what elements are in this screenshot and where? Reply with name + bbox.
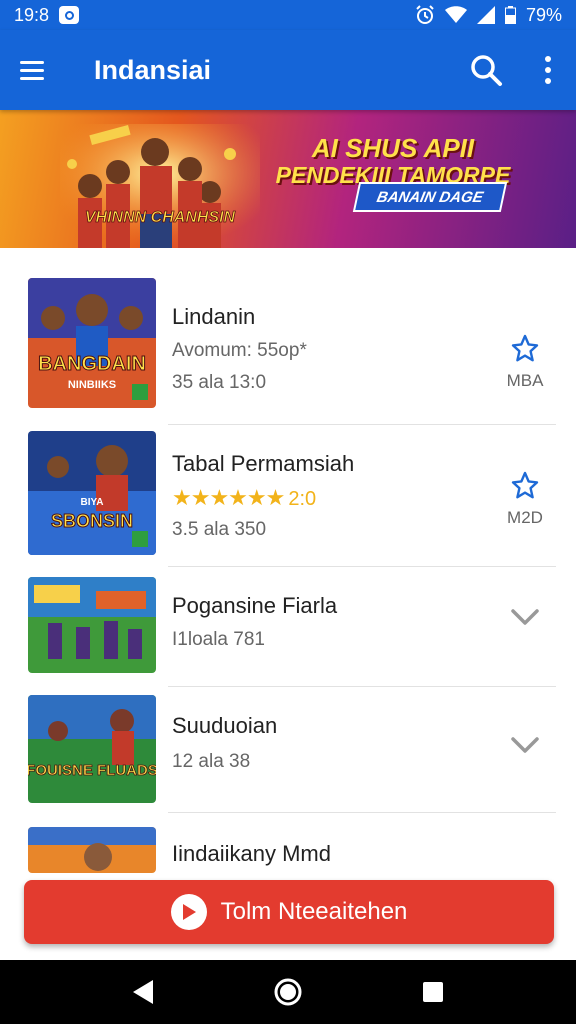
favorite-button[interactable]: MBA: [500, 334, 550, 391]
star-outline-icon: [511, 471, 539, 499]
app-bar: Indansiai: [0, 30, 576, 110]
battery-icon: [504, 6, 516, 24]
game-title: Pogansine Fiarla: [172, 593, 338, 618]
promo-banner[interactable]: VHINNN CHANHSIN AI SHUS APII PENDEKIII T…: [0, 110, 576, 248]
game-thumbnail: FOUISNE FLUADS: [28, 695, 156, 803]
notification-icon: [59, 6, 80, 24]
system-nav-bar: [0, 960, 576, 1024]
game-meta: 35 ala 13:0: [172, 372, 267, 393]
game-list: BANGDAIN NINBIIKS Lindanin Avomum: 55op*…: [0, 262, 576, 873]
status-bar: 19:8 79%: [0, 0, 576, 30]
signal-icon: [476, 6, 495, 24]
menu-icon[interactable]: [20, 50, 60, 90]
game-title: Suuduoian: [172, 713, 278, 738]
svg-text:NINBIIKS: NINBIIKS: [68, 379, 116, 391]
favorite-button[interactable]: M2D: [500, 471, 550, 528]
chevron-down-icon: [511, 609, 539, 625]
cta-label: Tolm Nteeaitehen: [220, 898, 408, 925]
play-icon: [170, 894, 207, 930]
list-item[interactable]: FOUISNE FLUADS Suuduoian 12 ala 38: [0, 687, 576, 813]
svg-text:SBONSIN: SBONSIN: [51, 511, 133, 531]
banner-headline-line1: AI SHUS APII: [311, 133, 475, 163]
svg-text:FOUISNE FLUADS: FOUISNE FLUADS: [28, 762, 156, 779]
svg-text:BIYA: BIYA: [81, 497, 104, 508]
rating: ★★★★★★ 2:0: [172, 485, 354, 511]
game-title: Iindaiikany Mmd: [172, 841, 331, 866]
banner-logo-text: VHINNN CHANHSIN: [85, 209, 236, 226]
app-title: Indansiai: [94, 54, 212, 85]
chevron-down-icon: [511, 737, 539, 753]
expand-button[interactable]: [500, 735, 550, 760]
banner-ribbon-button[interactable]: BANAIN DAGE: [352, 182, 508, 212]
more-options-icon[interactable]: [538, 52, 558, 88]
game-meta: I1loala 781: [172, 629, 265, 650]
recents-square-icon: [423, 982, 444, 1002]
favorite-label: M2D: [507, 508, 543, 527]
list-item[interactable]: BANGDAIN NINBIIKS Lindanin Avomum: 55op*…: [0, 262, 576, 425]
game-title: Lindanin: [172, 304, 256, 329]
star-outline-icon: [511, 334, 539, 362]
svg-text:BANGDAIN: BANGDAIN: [38, 353, 146, 375]
banner-headline: AI SHUS APII PENDEKIII TAMORPE: [268, 134, 518, 188]
game-title: Tabal Permamsiah: [172, 451, 355, 476]
game-thumbnail: [28, 827, 156, 873]
battery-percent: 79%: [525, 4, 562, 25]
alarm-icon: [416, 5, 434, 24]
recents-button[interactable]: [413, 972, 453, 1012]
game-thumbnail: [28, 577, 156, 673]
play-cta-button[interactable]: Tolm Nteeaitehen: [24, 880, 554, 944]
list-item[interactable]: Iindaiikany Mmd: [0, 813, 576, 873]
home-button[interactable]: [268, 972, 308, 1012]
back-button[interactable]: [123, 972, 163, 1012]
search-icon[interactable]: [468, 52, 504, 88]
favorite-label: MBA: [506, 371, 544, 390]
game-subtitle: Avomum: 55op*: [172, 340, 307, 361]
rating-value: 2:0: [288, 488, 317, 510]
game-meta: 3.5 ala 350: [172, 519, 267, 540]
status-time: 19:8: [14, 4, 50, 25]
list-item[interactable]: SBONSIN BIYA Tabal Permamsiah ★★★★★★ 2:0 …: [0, 425, 576, 567]
expand-button[interactable]: [500, 607, 550, 632]
wifi-icon: [444, 6, 467, 23]
game-thumbnail: SBONSIN BIYA: [28, 431, 156, 555]
back-triangle-icon: [132, 980, 153, 1004]
home-circle-icon: [274, 978, 302, 1006]
game-thumbnail: BANGDAIN NINBIIKS: [28, 278, 156, 408]
rating-stars-icon: ★★★★★★: [172, 485, 285, 510]
list-item[interactable]: Pogansine Fiarla I1loala 781: [0, 567, 576, 687]
game-meta: 12 ala 38: [172, 751, 251, 772]
banner-characters-image: VHINNN CHANHSIN: [60, 124, 260, 248]
